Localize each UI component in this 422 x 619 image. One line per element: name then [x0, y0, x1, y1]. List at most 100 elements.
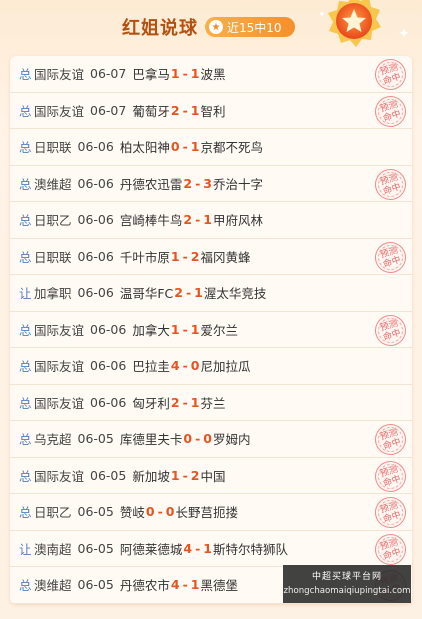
- match-date: 06-05: [77, 577, 114, 593]
- league-name: 国际友谊: [34, 395, 85, 411]
- hit-stamp-icon: 预测命中: [370, 419, 411, 460]
- home-team: 库德里夫卡: [119, 432, 183, 448]
- hit-stamp-icon: 预测命中: [370, 164, 411, 204]
- league-name: 澳维超: [34, 176, 72, 192]
- hit-stamp-label: 预测命中: [378, 463, 403, 489]
- away-team: 芬兰: [200, 395, 226, 411]
- away-team: 尼加拉瓜: [200, 359, 251, 375]
- match-row[interactable]: 总国际友谊 06-06 匈牙利 2-1 芬兰: [10, 385, 412, 421]
- score-separator: -: [195, 540, 201, 556]
- star-icon: ★: [209, 20, 223, 34]
- league-name: 加拿职: [34, 286, 72, 302]
- home-team: 赞岐: [119, 505, 145, 521]
- home-score: 2: [183, 175, 193, 191]
- away-score: 2: [190, 248, 200, 264]
- score-separator: -: [182, 321, 188, 337]
- away-team: 波黑: [200, 67, 226, 83]
- home-score: 2: [170, 394, 180, 410]
- league-name: 乌克超: [34, 432, 72, 448]
- match-row[interactable]: 总国际友谊 06-06 巴拉圭 4-0 尼加拉瓜: [10, 348, 412, 385]
- home-score: 1: [170, 321, 180, 337]
- score-separator: -: [195, 175, 201, 191]
- league-name: 日职联: [34, 249, 72, 265]
- hit-stamp-label: 预测命中: [378, 98, 403, 124]
- bet-type-tag: 总: [19, 505, 32, 521]
- away-score: 1: [190, 321, 200, 337]
- score-separator: -: [195, 431, 201, 447]
- bet-type-tag: 让: [19, 286, 32, 302]
- home-score: 4: [170, 577, 180, 593]
- hit-stamp-label: 预测命中: [378, 171, 403, 197]
- league-name: 日职联: [34, 140, 72, 156]
- hit-stamp-label: 预测命中: [378, 536, 403, 562]
- match-row[interactable]: 总国际友谊 06-06 加拿大 1-1 爱尔兰 预测 命中: [10, 310, 412, 350]
- away-score: 1: [190, 66, 200, 82]
- hit-stamp-icon: 预测命中: [370, 54, 411, 95]
- home-team: 丹德农市: [119, 578, 170, 594]
- match-date: 06-06: [90, 358, 127, 374]
- hit-stamp-icon: 预测命中: [370, 237, 411, 277]
- home-team: 新加坡: [132, 468, 170, 484]
- watermark-url: zhongchaomaiqiupingtai.com: [283, 586, 411, 596]
- away-score: 0: [190, 358, 200, 374]
- hit-stamp-label: 预测命中: [378, 244, 403, 270]
- bet-type-tag: 总: [19, 103, 32, 119]
- away-score: 0: [203, 431, 212, 447]
- match-list: 总国际友谊 06-07 巴拿马 1-1 波黑 预测 命中总国际友谊 06-07 葡萄牙 2-1 智利…: [10, 54, 412, 606]
- match-row[interactable]: 总日职乙 06-06 宫崎棒牛鸟 2-1 甲府风林: [10, 202, 412, 239]
- home-score: 4: [170, 358, 180, 374]
- match-date: 06-06: [77, 248, 114, 264]
- bet-type-tag: 总: [19, 468, 32, 484]
- league-name: 澳南超: [34, 541, 72, 557]
- match-row[interactable]: 总国际友谊 06-05 新加坡 1-2 中国 预测 命中: [10, 456, 412, 496]
- match-row[interactable]: 让加拿职 06-06 温哥华FC 2-1 渥太华竞技: [10, 275, 412, 312]
- bet-type-tag: 总: [19, 67, 32, 83]
- away-team: 黑德堡: [200, 578, 238, 594]
- hit-stamp-icon: 预测命中: [370, 529, 411, 569]
- league-name: 国际友谊: [34, 322, 85, 338]
- away-team: 斯特尔特狮队: [212, 541, 288, 557]
- away-team: 京都不死鸟: [200, 140, 263, 156]
- match-row[interactable]: 总日职联 06-06 柏太阳神 0-1 京都不死鸟: [10, 129, 412, 166]
- score-separator: -: [185, 285, 192, 301]
- match-row[interactable]: 总国际友谊 06-07 巴拿马 1-1 波黑 预测 命中: [10, 54, 412, 95]
- match-date: 06-06: [90, 321, 127, 337]
- home-team: 匈牙利: [132, 395, 170, 411]
- away-team: 爱尔兰: [200, 322, 238, 338]
- match-row[interactable]: 总日职联 06-06 千叶市原 1-2 福冈黄蜂 预测 命中: [10, 237, 412, 277]
- bet-type-tag: 总: [19, 140, 32, 156]
- match-row[interactable]: 让澳南超 06-05 阿德莱德城 4-1 斯特尔特狮队 预测 命中: [10, 529, 412, 569]
- league-name: 日职乙: [34, 213, 72, 229]
- away-score: 1: [203, 540, 212, 556]
- away-score: 0: [165, 504, 175, 520]
- hit-stamp-label: 预测命中: [378, 62, 403, 87]
- home-score: 2: [170, 102, 180, 118]
- match-row[interactable]: 总日职乙 06-05 赞岐 0-0 长野莒扼搂 预测 命中: [10, 492, 412, 533]
- home-team: 阿德莱德城: [119, 541, 183, 557]
- bet-type-tag: 总: [19, 176, 32, 192]
- score-separator: -: [182, 248, 188, 264]
- score-separator: -: [182, 394, 188, 410]
- league-name: 国际友谊: [34, 103, 85, 119]
- match-row[interactable]: 总国际友谊 06-07 葡萄牙 2-1 智利 预测 命中: [10, 91, 412, 131]
- home-team: 柏太阳神: [119, 140, 170, 156]
- sparkle-icon: ✦: [318, 10, 326, 20]
- away-team: 福冈黄蜂: [200, 249, 251, 265]
- hit-stamp-label: 预测命中: [378, 317, 403, 343]
- match-date: 06-05: [77, 540, 114, 556]
- home-score: 0: [145, 504, 155, 520]
- record-text: 近15中10: [227, 20, 282, 35]
- match-row[interactable]: 总乌克超 06-05 库德里夫卡 0-0 罗姆内 预测 命中: [10, 419, 412, 460]
- match-date: 06-06: [77, 285, 114, 301]
- home-team: 温哥华FC: [119, 286, 174, 302]
- hit-stamp-label: 预测命中: [378, 427, 403, 452]
- match-date: 06-06: [77, 139, 114, 155]
- hit-stamp-label: 预测命中: [378, 500, 403, 525]
- bet-type-tag: 让: [19, 541, 32, 557]
- league-name: 日职乙: [34, 505, 72, 521]
- bet-type-tag: 总: [19, 249, 32, 265]
- away-team: 乔治十字: [212, 176, 263, 192]
- match-row[interactable]: 总澳维超 06-06 丹德农迅雷 2-3 乔治十字 预测 命中: [10, 164, 412, 204]
- watermark-title: 中超买球平台网: [311, 572, 382, 582]
- score-separator: -: [182, 139, 188, 155]
